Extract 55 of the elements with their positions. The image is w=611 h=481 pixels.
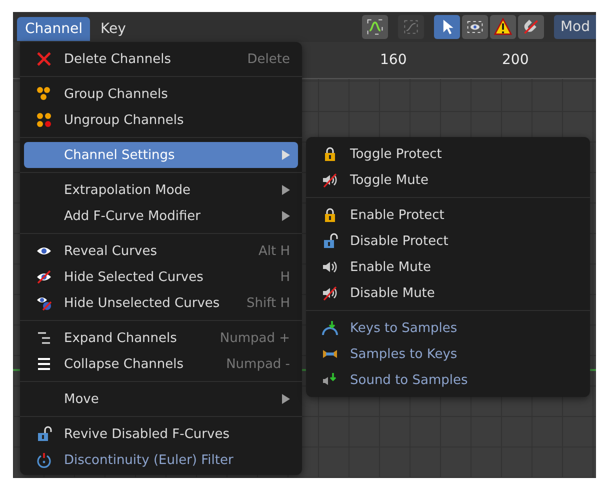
toolbar-button[interactable] xyxy=(362,15,388,39)
menu-item[interactable]: Enable Protect xyxy=(310,202,586,228)
dots-icon xyxy=(36,112,52,128)
mode-button[interactable]: Mod xyxy=(554,15,596,39)
open-lock-icon xyxy=(322,233,338,249)
menu-item[interactable]: Toggle Mute xyxy=(310,167,586,193)
menu-item[interactable]: Reveal Curves Alt H xyxy=(24,238,298,264)
curve-icon xyxy=(366,18,384,36)
muted-speaker-icon xyxy=(322,172,338,188)
list-icon xyxy=(36,330,52,346)
list-icon xyxy=(36,356,52,372)
menu-item[interactable]: Keys to Samples xyxy=(310,315,586,341)
toolbar-button[interactable] xyxy=(490,15,516,39)
toolbar-button[interactable] xyxy=(518,15,544,39)
menu-item[interactable]: Group Channels xyxy=(24,81,298,107)
menu-item[interactable]: Toggle Protect xyxy=(310,141,586,167)
muted-speaker-icon xyxy=(322,285,338,301)
speaker-icon xyxy=(322,259,338,275)
menu-item[interactable]: Collapse Channels Numpad - xyxy=(24,351,298,377)
frame-number: 160 xyxy=(380,52,407,68)
box-select-icon xyxy=(466,18,484,36)
menu-tab[interactable]: Key xyxy=(92,17,134,41)
dial-icon xyxy=(36,452,52,468)
menu-item[interactable]: Disable Mute xyxy=(310,280,586,306)
arc-arrow-icon xyxy=(322,320,338,336)
warning-icon xyxy=(494,18,512,36)
menu-item[interactable]: Ungroup Channels xyxy=(24,107,298,133)
menu-item[interactable]: Hide Selected Curves H xyxy=(24,264,298,290)
menu-item[interactable]: Enable Mute xyxy=(310,254,586,280)
dots-icon xyxy=(36,86,52,102)
menu-item[interactable]: Add F-Curve Modifier xyxy=(24,203,298,229)
menu-item[interactable]: Expand Channels Numpad + xyxy=(24,325,298,351)
menu-item[interactable]: Delete Channels Delete xyxy=(24,46,298,72)
menu-item[interactable]: Samples to Keys xyxy=(310,341,586,367)
toolbar-button[interactable] xyxy=(434,15,460,39)
menu-item[interactable]: Sound to Samples xyxy=(310,367,586,393)
lock-icon xyxy=(322,207,338,223)
magnet-icon xyxy=(522,18,540,36)
curve-icon xyxy=(402,18,420,36)
frame-number: 200 xyxy=(502,52,529,68)
menu-item[interactable]: Revive Disabled F-Curves xyxy=(24,421,298,447)
cross-icon xyxy=(36,51,52,67)
speaker-arrow-icon xyxy=(322,372,338,388)
menu-tab[interactable]: Channel xyxy=(17,17,90,41)
menu-item[interactable]: Disable Protect xyxy=(310,228,586,254)
open-lock-icon xyxy=(36,426,52,442)
menu-item[interactable]: Discontinuity (Euler) Filter xyxy=(24,447,298,473)
menu-item[interactable]: Extrapolation Mode xyxy=(24,177,298,203)
crossed-eye-icon xyxy=(36,295,52,311)
crossed-eye-icon xyxy=(36,269,52,285)
lock-icon xyxy=(322,146,338,162)
menu-item[interactable]: Move xyxy=(24,386,298,412)
toolbar-button[interactable] xyxy=(462,15,488,39)
menu-item[interactable]: Hide Unselected Curves Shift H xyxy=(24,290,298,316)
menu-item[interactable]: Channel Settings xyxy=(24,142,298,168)
